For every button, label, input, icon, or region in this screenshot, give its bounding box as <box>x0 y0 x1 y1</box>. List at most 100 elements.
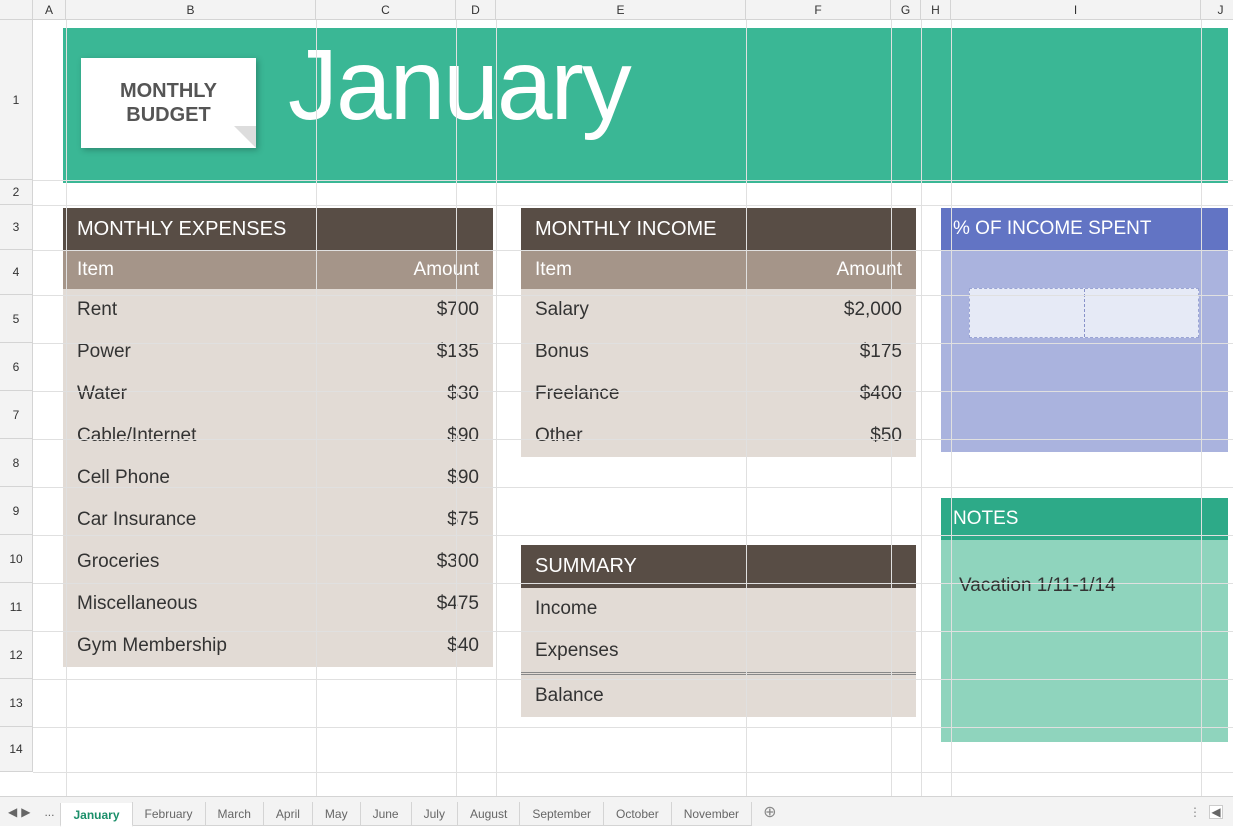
column-headers[interactable]: ABCDEFGHIJ <box>0 0 1233 20</box>
scroll-left-button[interactable]: ◀ <box>1209 805 1223 819</box>
tab-prev-icon[interactable]: ◀ <box>8 805 17 819</box>
notes-header: NOTES <box>941 498 1228 540</box>
cell-item[interactable]: Power <box>77 341 369 363</box>
scrollbar-handle-icon[interactable] <box>1189 805 1201 819</box>
row-header-9[interactable]: 9 <box>0 487 32 535</box>
cell-amount[interactable]: $700 <box>369 299 479 321</box>
row-header-13[interactable]: 13 <box>0 679 32 727</box>
tab-may[interactable]: May <box>312 802 361 826</box>
table-row[interactable]: Cable/Internet$90 <box>63 415 493 457</box>
expenses-table[interactable]: MONTHLY EXPENSES Item Amount Rent$700Pow… <box>63 208 493 667</box>
summary-header: SUMMARY <box>521 545 916 588</box>
cell-item[interactable]: Income <box>535 598 792 620</box>
sheet-area[interactable]: MONTHLY BUDGET January MONTHLY EXPENSES … <box>33 20 1233 796</box>
tab-july[interactable]: July <box>411 802 458 826</box>
cell-item[interactable]: Rent <box>77 299 369 321</box>
row-header-8[interactable]: 8 <box>0 439 32 487</box>
row-header-14[interactable]: 14 <box>0 727 32 772</box>
column-header-F[interactable]: F <box>746 0 891 19</box>
table-row[interactable]: Water$30 <box>63 373 493 415</box>
tab-june[interactable]: June <box>360 802 412 826</box>
table-row[interactable]: Income <box>521 588 916 630</box>
table-row[interactable]: Freelance$400 <box>521 373 916 415</box>
column-header-G[interactable]: G <box>891 0 921 19</box>
table-row[interactable]: Expenses <box>521 630 916 672</box>
cell-item[interactable]: Water <box>77 383 369 405</box>
cell-item[interactable]: Salary <box>535 299 792 321</box>
column-header-A[interactable]: A <box>33 0 66 19</box>
cell-amount[interactable] <box>792 685 902 707</box>
column-header-D[interactable]: D <box>456 0 496 19</box>
cell-item[interactable]: Cable/Internet <box>77 425 369 447</box>
row-headers[interactable]: 1234567891011121314 <box>0 20 33 772</box>
scroll-region[interactable]: ◀ <box>1179 805 1233 819</box>
cell-item[interactable]: Groceries <box>77 551 369 573</box>
notes-body[interactable]: Vacation 1/11-1/14 <box>941 540 1228 742</box>
cell-item[interactable]: Gym Membership <box>77 635 369 657</box>
column-header-C[interactable]: C <box>316 0 456 19</box>
row-header-1[interactable]: 1 <box>0 20 32 180</box>
row-header-3[interactable]: 3 <box>0 205 32 250</box>
add-sheet-button[interactable]: ⊕ <box>751 802 788 822</box>
row-header-7[interactable]: 7 <box>0 391 32 439</box>
cell-amount[interactable]: $50 <box>792 425 902 447</box>
column-header-I[interactable]: I <box>951 0 1201 19</box>
cell-amount[interactable]: $475 <box>369 593 479 615</box>
cell-item[interactable]: Miscellaneous <box>77 593 369 615</box>
row-header-6[interactable]: 6 <box>0 343 32 391</box>
tab-nav[interactable]: ◀ ▶ <box>0 805 38 819</box>
cell-amount[interactable] <box>792 598 902 620</box>
cell-amount[interactable]: $40 <box>369 635 479 657</box>
tab-september[interactable]: September <box>519 802 604 826</box>
cell-amount[interactable]: $175 <box>792 341 902 363</box>
cell-amount[interactable]: $2,000 <box>792 299 902 321</box>
cell-item[interactable]: Expenses <box>535 640 792 662</box>
cell-amount[interactable]: $30 <box>369 383 479 405</box>
sticky-note: MONTHLY BUDGET <box>81 58 256 148</box>
cell-item[interactable]: Other <box>535 425 792 447</box>
row-header-11[interactable]: 11 <box>0 583 32 631</box>
column-header-E[interactable]: E <box>496 0 746 19</box>
pct-income-spent-card: % OF INCOME SPENT <box>941 208 1228 453</box>
row-header-10[interactable]: 10 <box>0 535 32 583</box>
cell-item[interactable]: Car Insurance <box>77 509 369 531</box>
row-header-4[interactable]: 4 <box>0 250 32 295</box>
tab-april[interactable]: April <box>263 802 313 826</box>
cell-amount[interactable]: $90 <box>369 467 479 489</box>
cell-amount[interactable]: $400 <box>792 383 902 405</box>
tab-january[interactable]: January <box>60 803 132 827</box>
table-row[interactable]: Groceries$300 <box>63 541 493 583</box>
tab-august[interactable]: August <box>457 802 520 826</box>
tab-february[interactable]: February <box>132 802 206 826</box>
tab-overflow[interactable]: ... <box>38 805 60 819</box>
table-row[interactable]: Power$135 <box>63 331 493 373</box>
column-header-B[interactable]: B <box>66 0 316 19</box>
table-row[interactable]: Other$50 <box>521 415 916 457</box>
cell-item[interactable]: Cell Phone <box>77 467 369 489</box>
month-title: January <box>288 28 630 143</box>
tab-next-icon[interactable]: ▶ <box>21 805 30 819</box>
row-header-12[interactable]: 12 <box>0 631 32 679</box>
tab-november[interactable]: November <box>671 802 752 826</box>
table-row[interactable]: Cell Phone$90 <box>63 457 493 499</box>
expenses-col-amount: Amount <box>414 259 479 281</box>
column-header-H[interactable]: H <box>921 0 951 19</box>
table-row[interactable]: Miscellaneous$475 <box>63 583 493 625</box>
cell-item[interactable]: Bonus <box>535 341 792 363</box>
row-header-5[interactable]: 5 <box>0 295 32 343</box>
cell-amount[interactable] <box>792 640 902 662</box>
income-table[interactable]: MONTHLY INCOME Item Amount Salary$2,000B… <box>521 208 916 457</box>
table-row[interactable]: Bonus$175 <box>521 331 916 373</box>
tab-october[interactable]: October <box>603 802 672 826</box>
row-header-2[interactable]: 2 <box>0 180 32 205</box>
cell-item[interactable]: Freelance <box>535 383 792 405</box>
tab-march[interactable]: March <box>205 802 264 826</box>
column-header-J[interactable]: J <box>1201 0 1233 19</box>
cell-amount[interactable]: $300 <box>369 551 479 573</box>
sheet-tab-bar[interactable]: ◀ ▶ ... JanuaryFebruaryMarchAprilMayJune… <box>0 796 1233 826</box>
cell-amount[interactable]: $135 <box>369 341 479 363</box>
cell-item[interactable]: Balance <box>535 685 792 707</box>
note-line2: BUDGET <box>81 103 256 127</box>
cell-amount[interactable]: $75 <box>369 509 479 531</box>
cell-amount[interactable]: $90 <box>369 425 479 447</box>
